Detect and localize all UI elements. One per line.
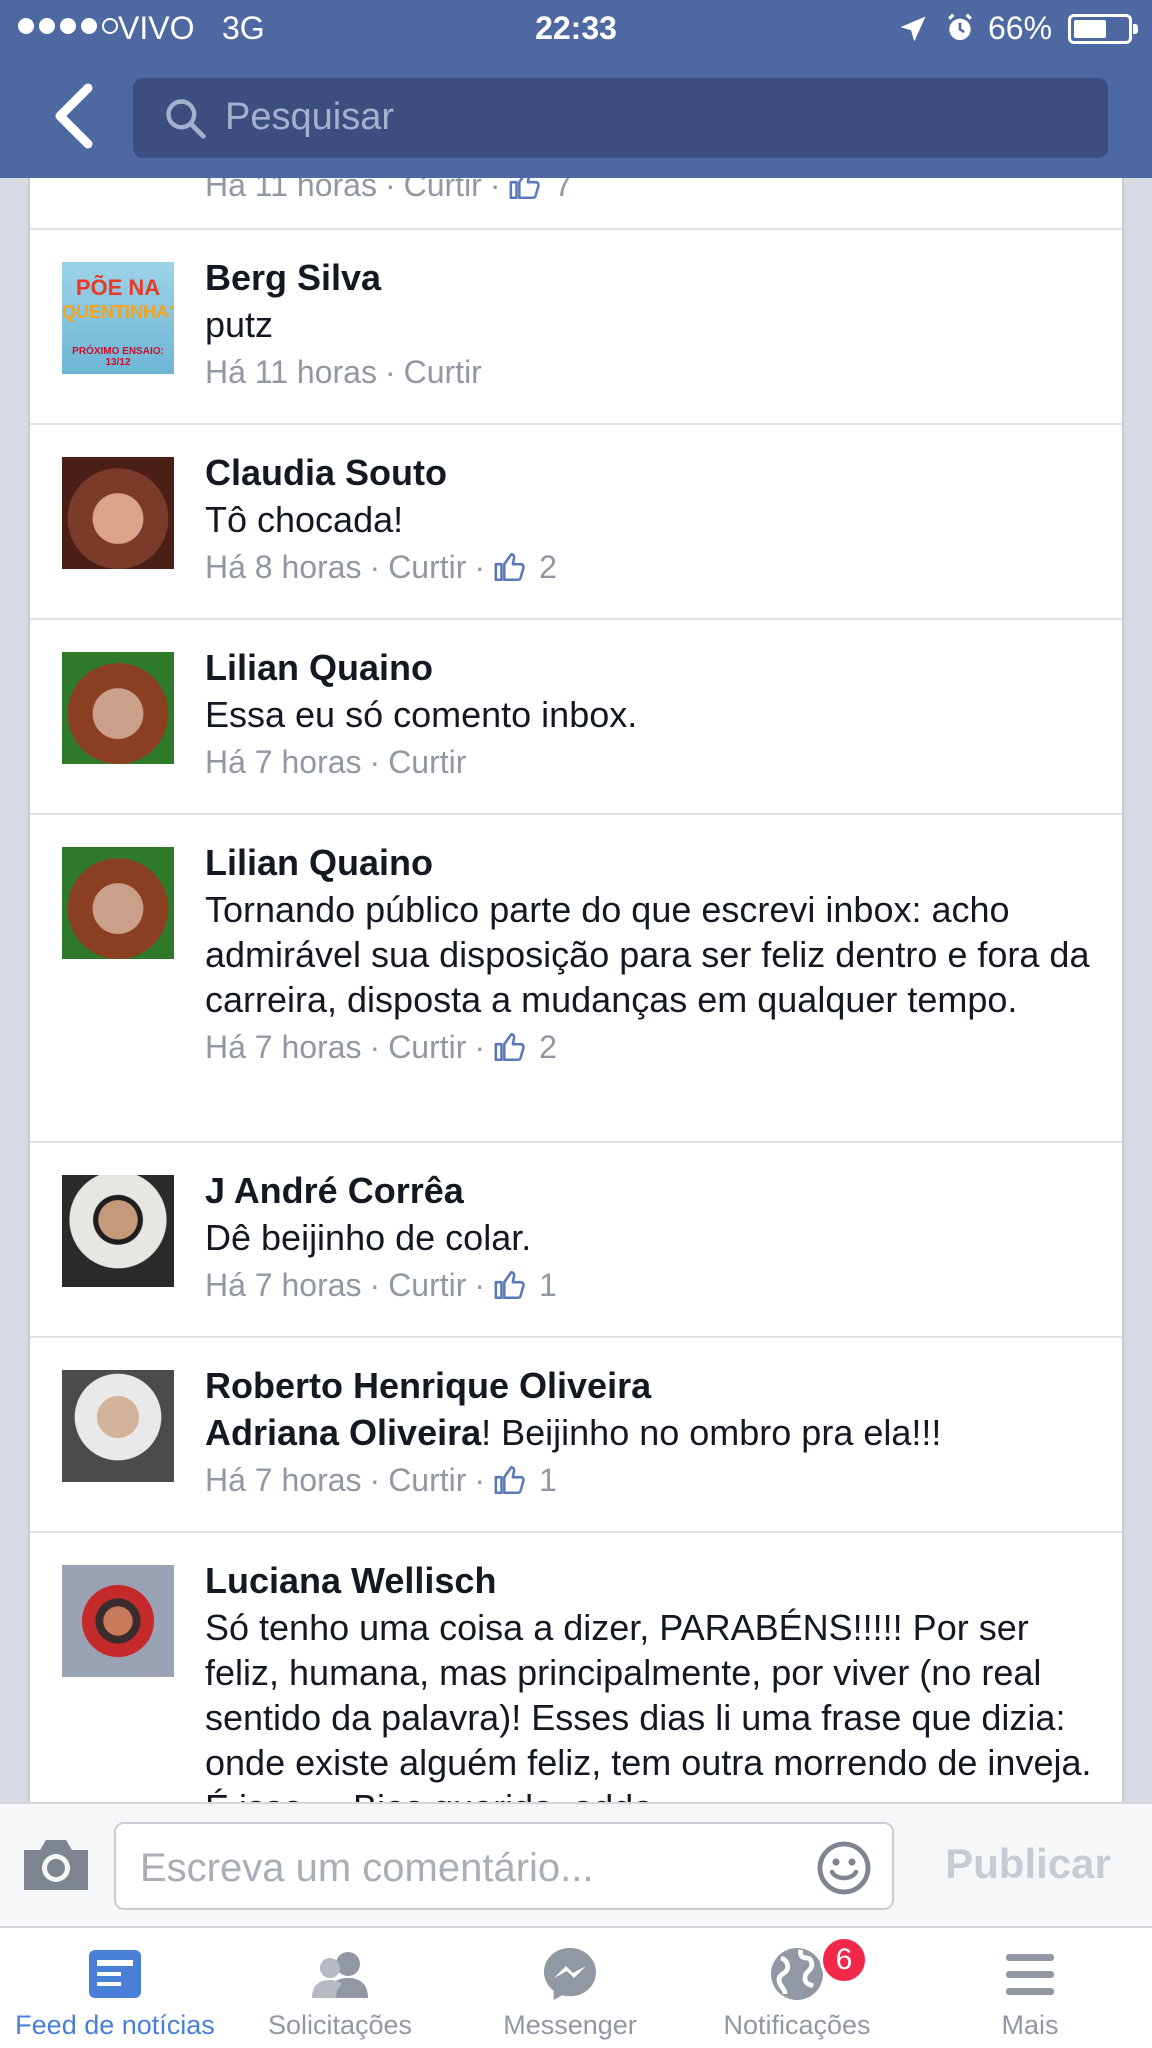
comment-time: Há 7 horas (205, 1462, 362, 1498)
tab-label: Notificações (723, 2010, 871, 2040)
status-bar: VIVO 3G 22:33 66% (0, 0, 1152, 60)
thumbs-up-icon (494, 1465, 525, 1495)
comment-text: putz (205, 304, 274, 345)
comment-time: Há 7 horas (205, 1267, 362, 1303)
like-link[interactable]: Curtir (388, 1022, 466, 1072)
like-count: 1 (539, 1267, 557, 1303)
comment-text: Adriana Oliveira! Beijinho no ombro pra … (205, 1412, 942, 1453)
comment-item: Claudia Souto Tô chocada! Há 8 horas · C… (30, 425, 1122, 620)
avatar[interactable] (62, 847, 174, 959)
avatar[interactable]: PÕE NA QUENTINHA? PRÓXIMO ENSAIO: 13/12 (62, 262, 174, 374)
comment-text: Dê beijinho de colar. (205, 1217, 532, 1258)
comment-meta: Há 7 horas · Curtir (205, 737, 1105, 787)
comment-meta: Há 11 horas · Curtir (205, 347, 1105, 397)
avatar[interactable] (62, 652, 174, 764)
comment-meta: Há 7 horas · Curtir · 1 (205, 1455, 1105, 1505)
menu-icon (1006, 1954, 1054, 1995)
comment-text: Tornando público parte do que escrevi in… (205, 889, 1090, 1020)
comment-author[interactable]: Berg Silva (205, 254, 1105, 302)
avatar[interactable] (62, 1175, 174, 1287)
like-link[interactable]: Curtir (388, 1455, 466, 1505)
like-count: 2 (539, 549, 557, 585)
mention-link[interactable]: Adriana Oliveira (205, 1412, 481, 1453)
like-link[interactable]: Curtir (404, 347, 482, 397)
avatar[interactable] (62, 1565, 174, 1677)
tab-label: Mais (1001, 2010, 1059, 2040)
like-link[interactable]: Curtir (388, 542, 466, 592)
comment-author[interactable]: Luciana Wellisch (205, 1557, 1105, 1605)
avatar[interactable] (62, 1370, 174, 1482)
comment-composer: Escreva um comentário... Publicar (0, 1802, 1152, 1926)
comment-time: Há 8 horas (205, 549, 362, 585)
status-time: 22:33 (535, 10, 617, 46)
comment-author[interactable]: Lilian Quaino (205, 644, 1105, 692)
comment-text: Essa eu só comento inbox. (205, 694, 638, 735)
tab-label: Messenger (503, 2010, 637, 2040)
comments-list[interactable]: Há 11 horas · Curtir · 7 PÕE NA QUENTINH… (28, 0, 1124, 1802)
like-count: 1 (539, 1462, 557, 1498)
like-count: 2 (539, 1029, 557, 1065)
search-icon (166, 99, 206, 139)
globe-icon (771, 1948, 823, 2000)
comment-item: Roberto Henrique Oliveira Adriana Olivei… (30, 1338, 1122, 1533)
thumbs-up-icon (494, 1032, 525, 1062)
tab-label: Solicitações (267, 2010, 413, 2040)
tab-notifications[interactable]: Notificações (682, 1928, 912, 2048)
comment-item: Lilian Quaino Essa eu só comento inbox. … (30, 620, 1122, 815)
comment-input[interactable]: Escreva um comentário... (114, 1822, 894, 1910)
tab-friend-requests[interactable]: Solicitações (225, 1928, 455, 2048)
location-arrow-icon (900, 16, 926, 42)
smiley-icon[interactable] (816, 1840, 872, 1896)
comment-time: Há 7 horas (205, 1029, 362, 1065)
comment-item: Lilian Quaino Tornando público parte do … (30, 815, 1122, 1143)
comment-meta: Há 7 horas · Curtir · 2 (205, 1022, 1105, 1072)
publish-button[interactable]: Publicar (918, 1834, 1138, 1894)
notification-badge: 6 (820, 1936, 868, 1984)
search-placeholder: Pesquisar (225, 96, 394, 138)
top-bar: VIVO 3G 22:33 66% Pesquisar (0, 0, 1152, 178)
comment-item: Luciana Wellisch Só tenho uma coisa a di… (30, 1533, 1122, 1802)
tab-bar: Feed de notícias Solicitações Messenger … (0, 1926, 1152, 2048)
comment-author[interactable]: J André Corrêa (205, 1167, 1105, 1215)
like-link[interactable]: Curtir (388, 1260, 466, 1310)
comment-meta: Há 8 horas · Curtir · 2 (205, 542, 1105, 592)
comment-placeholder: Escreva um comentário... (140, 1846, 594, 1890)
comment-item: PÕE NA QUENTINHA? PRÓXIMO ENSAIO: 13/12 … (30, 230, 1122, 425)
battery-percent: 66% (988, 10, 1053, 46)
comment-author[interactable]: Roberto Henrique Oliveira (205, 1362, 1105, 1410)
comment-time: Há 7 horas (205, 744, 362, 780)
friends-icon (312, 1952, 368, 1998)
tab-label: Feed de notícias (15, 2010, 215, 2040)
camera-icon[interactable] (18, 1834, 94, 1894)
alarm-clock-icon (948, 13, 972, 40)
comment-item: J André Corrêa Dê beijinho de colar. Há … (30, 1143, 1122, 1338)
comment-meta: Há 7 horas · Curtir · 1 (205, 1260, 1105, 1310)
tab-news-feed[interactable]: Feed de notícias (0, 1928, 230, 2048)
like-link[interactable]: Curtir (388, 737, 466, 787)
comment-time: Há 11 horas (205, 354, 377, 390)
back-button[interactable] (44, 80, 104, 152)
news-feed-icon (89, 1950, 141, 1998)
thumbs-up-icon (494, 552, 525, 582)
tab-more[interactable]: Mais (915, 1928, 1145, 2048)
search-input[interactable]: Pesquisar (133, 78, 1108, 158)
comment-author[interactable]: Lilian Quaino (205, 839, 1105, 887)
comment-text: Só tenho uma coisa a dizer, PARABÉNS!!!!… (205, 1607, 1092, 1802)
thumbs-up-icon (494, 1270, 525, 1300)
comment-text: Tô chocada! (205, 499, 404, 540)
messenger-icon (544, 1948, 596, 2000)
tab-messenger[interactable]: Messenger (455, 1928, 685, 2048)
comment-author[interactable]: Claudia Souto (205, 449, 1105, 497)
avatar[interactable] (62, 457, 174, 569)
battery-icon (1068, 14, 1138, 44)
